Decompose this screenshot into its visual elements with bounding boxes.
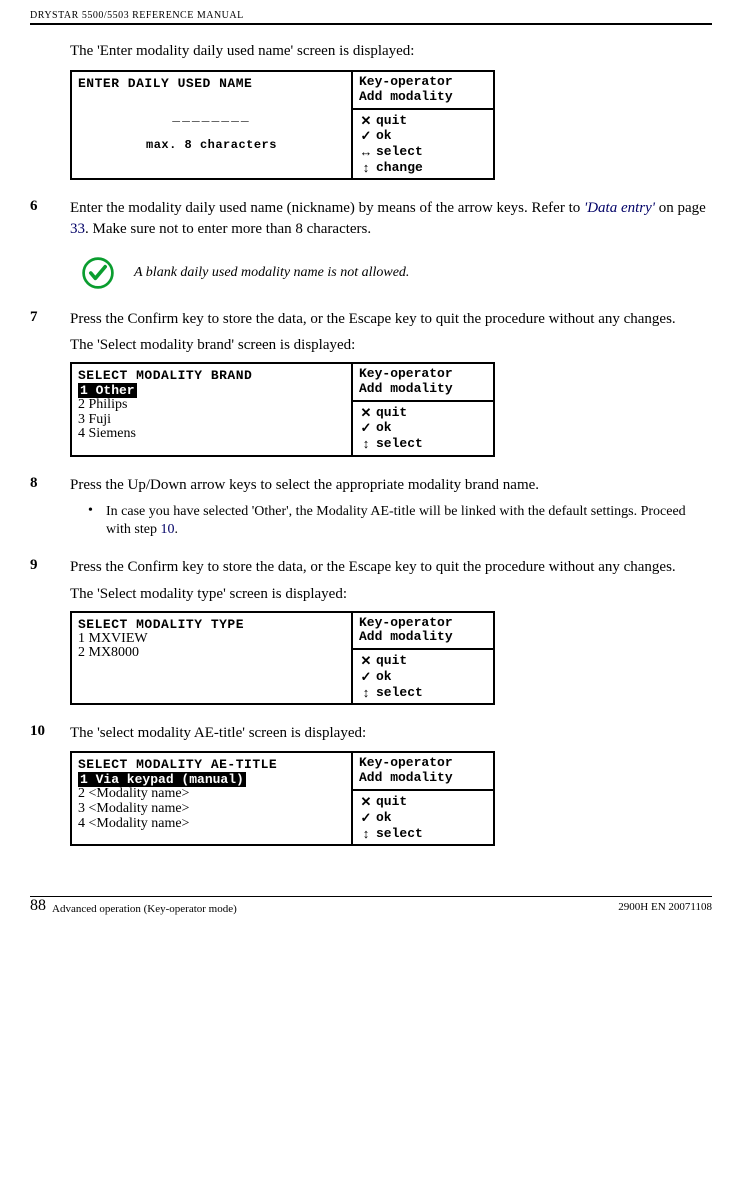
bullet-icon: • bbox=[88, 503, 106, 539]
lcd4-item-2: 2 <Modality name> bbox=[78, 787, 345, 802]
step-9-number: 9 bbox=[30, 557, 70, 577]
lcd2-context: Key-operator Add modality bbox=[353, 364, 493, 402]
step-10-number: 10 bbox=[30, 723, 70, 743]
lcd-select-ae-title: SELECT MODALITY AE-TITLE 1 Via keypad (m… bbox=[70, 751, 495, 846]
step-6-text: Enter the modality daily used name (nick… bbox=[70, 198, 712, 239]
page-footer: 88 Advanced operation (Key-operator mode… bbox=[30, 896, 712, 915]
ud-arrow-icon: ↕ bbox=[359, 160, 373, 176]
x-icon: ✕ bbox=[359, 405, 373, 421]
x-icon: ✕ bbox=[359, 794, 373, 810]
lcd3-item-2: 2 MX8000 bbox=[78, 646, 345, 661]
x-icon: ✕ bbox=[359, 113, 373, 129]
step-8-bullet: In case you have selected 'Other', the M… bbox=[106, 503, 712, 539]
lcd4-actions: ✕quit ✓ok ↕select bbox=[353, 791, 493, 844]
step-10-link[interactable]: 10 bbox=[160, 522, 174, 537]
step-9-text: Press the Confirm key to store the data,… bbox=[70, 557, 676, 577]
lcd3-item-1: 1 MXVIEW bbox=[78, 632, 345, 647]
step-8-text: Press the Up/Down arrow keys to select t… bbox=[70, 475, 539, 495]
lcd3-actions: ✕quit ✓ok ↕select bbox=[353, 650, 493, 703]
x-icon: ✕ bbox=[359, 653, 373, 669]
lcd2-item-3: 3 Fuji bbox=[78, 413, 345, 428]
step-8-number: 8 bbox=[30, 475, 70, 495]
lcd1-context: Key-operator Add modality bbox=[353, 72, 493, 110]
checkmark-circle-icon bbox=[80, 255, 116, 291]
note-text: A blank daily used modality name is not … bbox=[134, 265, 409, 281]
page-header: DRYSTAR 5500/5503 REFERENCE MANUAL bbox=[30, 10, 712, 25]
lcd2-item-4: 4 Siemens bbox=[78, 427, 345, 442]
lcd2-actions: ✕quit ✓ok ↕select bbox=[353, 402, 493, 455]
lcd-select-type: SELECT MODALITY TYPE 1 MXVIEW 2 MX8000 K… bbox=[70, 611, 495, 706]
step-7-number: 7 bbox=[30, 309, 70, 329]
lcd4-context: Key-operator Add modality bbox=[353, 753, 493, 791]
step-9-subtext: The 'Select modality type' screen is dis… bbox=[70, 586, 712, 603]
page-33-link[interactable]: 33 bbox=[70, 221, 85, 237]
check-icon: ✓ bbox=[359, 810, 373, 826]
ud-arrow-icon: ↕ bbox=[359, 685, 373, 701]
ud-arrow-icon: ↕ bbox=[359, 826, 373, 842]
step-10-text: The 'select modality AE-title' screen is… bbox=[70, 723, 366, 743]
lcd4-title: SELECT MODALITY AE-TITLE bbox=[78, 757, 345, 772]
lcd2-item-2: 2 Philips bbox=[78, 398, 345, 413]
intro-text-1: The 'Enter modality daily used name' scr… bbox=[70, 43, 712, 60]
data-entry-link[interactable]: 'Data entry' bbox=[584, 200, 655, 216]
page-number: 88 bbox=[30, 897, 46, 915]
check-icon: ✓ bbox=[359, 128, 373, 144]
lcd1-title: ENTER DAILY USED NAME bbox=[78, 76, 345, 91]
check-icon: ✓ bbox=[359, 669, 373, 685]
lcd1-actions: ✕quit ✓ok ↔select ↕change bbox=[353, 110, 493, 178]
step-7-subtext: The 'Select modality brand' screen is di… bbox=[70, 337, 712, 354]
step-6-number: 6 bbox=[30, 198, 70, 239]
lcd2-selected-item: 1 Other bbox=[78, 383, 137, 398]
lcd1-constraint: max. 8 characters bbox=[78, 138, 345, 152]
lr-arrow-icon: ↔ bbox=[359, 144, 373, 160]
footer-right: 2900H EN 20071108 bbox=[618, 901, 712, 915]
lcd4-item-3: 3 <Modality name> bbox=[78, 802, 345, 817]
lcd1-input-placeholder: ________ bbox=[78, 109, 345, 124]
lcd-enter-daily-name: ENTER DAILY USED NAME ________ max. 8 ch… bbox=[70, 70, 495, 180]
lcd4-item-4: 4 <Modality name> bbox=[78, 817, 345, 832]
lcd3-title: SELECT MODALITY TYPE bbox=[78, 617, 345, 632]
check-icon: ✓ bbox=[359, 420, 373, 436]
lcd4-selected-item: 1 Via keypad (manual) bbox=[78, 772, 246, 787]
lcd2-title: SELECT MODALITY BRAND bbox=[78, 368, 345, 383]
footer-left: Advanced operation (Key-operator mode) bbox=[52, 903, 237, 915]
note-block: A blank daily used modality name is not … bbox=[80, 255, 712, 291]
ud-arrow-icon: ↕ bbox=[359, 436, 373, 452]
lcd3-context: Key-operator Add modality bbox=[353, 613, 493, 651]
lcd-select-brand: SELECT MODALITY BRAND 1 Other 2 Philips … bbox=[70, 362, 495, 457]
step-7-text: Press the Confirm key to store the data,… bbox=[70, 309, 676, 329]
